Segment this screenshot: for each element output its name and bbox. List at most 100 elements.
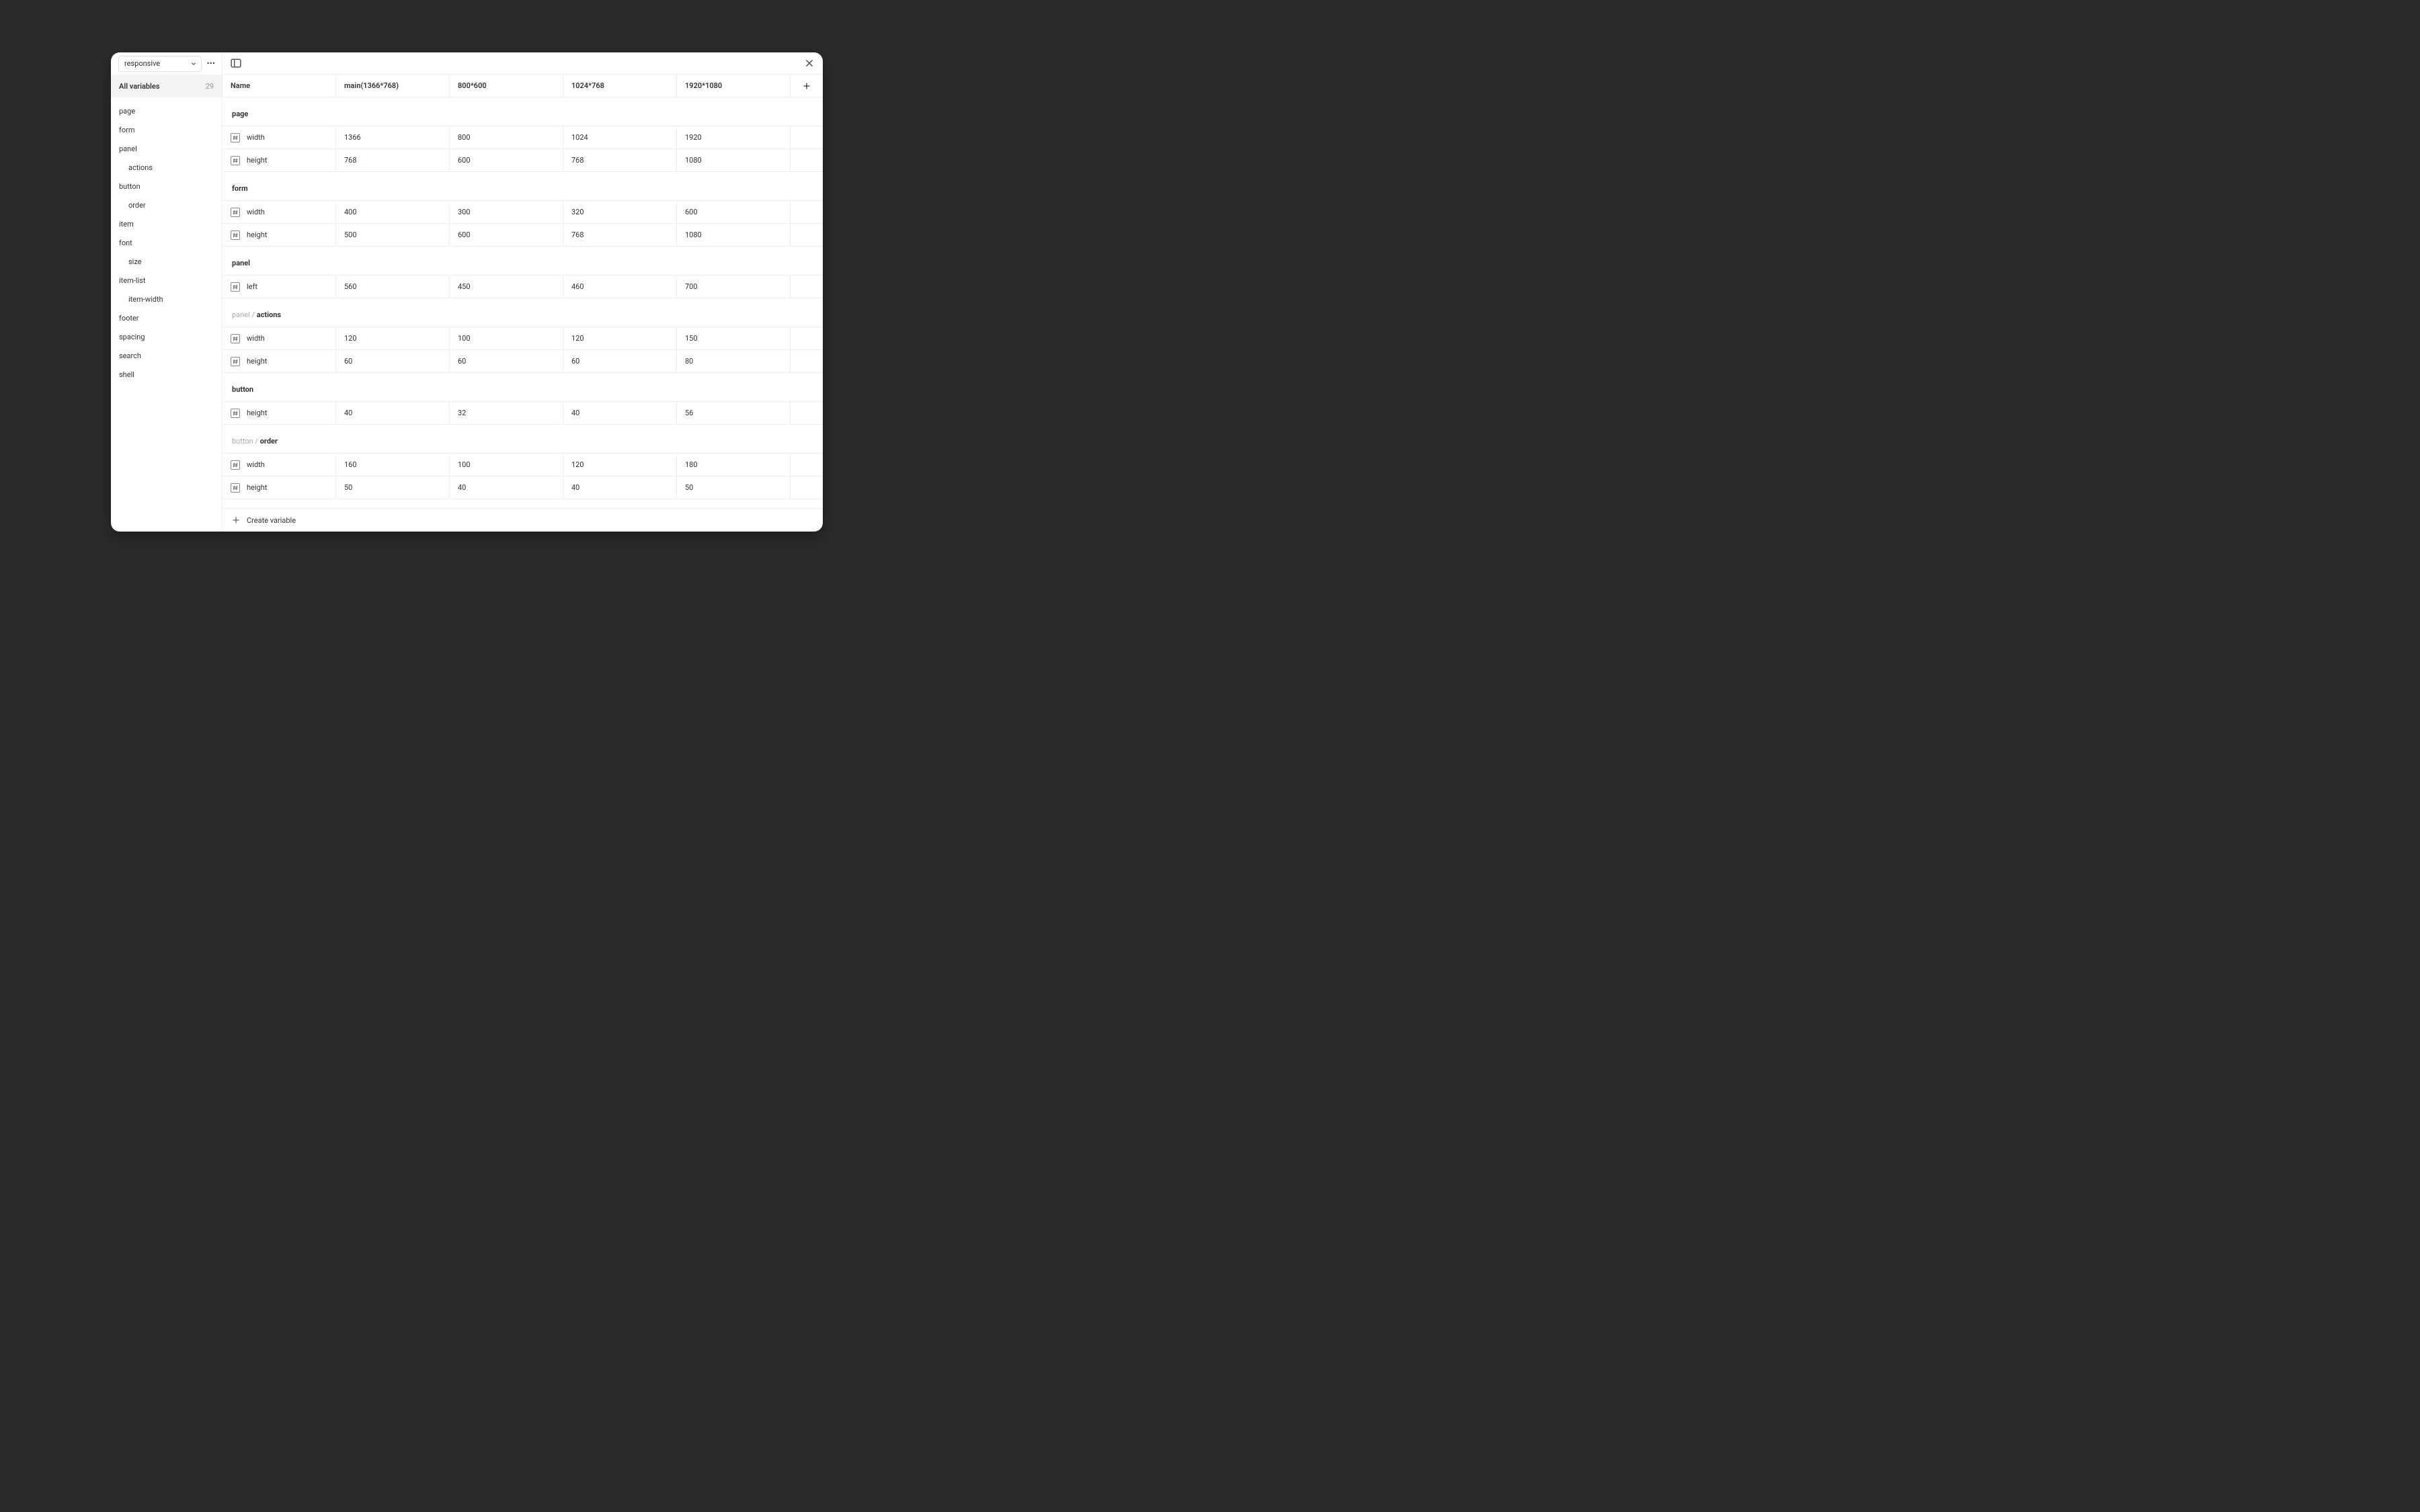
variable-row[interactable]: width160100120180 [223, 453, 823, 476]
variable-group-label: button [223, 373, 823, 402]
variable-value-cell[interactable]: 400 [336, 201, 450, 223]
variable-value-cell[interactable]: 300 [450, 201, 563, 223]
sidebar-item[interactable]: footer [111, 308, 222, 327]
variable-row[interactable]: width120100120150 [223, 327, 823, 350]
variable-row[interactable]: height7686007681080 [223, 149, 823, 172]
variable-value-cell[interactable]: 768 [336, 149, 450, 171]
variables-table: pagewidth136680010241920height7686007681… [223, 97, 823, 508]
variable-value-cell[interactable]: 50 [336, 476, 450, 499]
number-type-icon [231, 133, 240, 142]
variable-value-cell[interactable]: 800 [450, 126, 563, 149]
sidebar-all-variables[interactable]: All variables 29 [111, 75, 222, 97]
collection-dropdown[interactable]: responsive [118, 56, 202, 72]
variable-row[interactable]: left560450460700 [223, 275, 823, 298]
more-button[interactable]: ••• [206, 58, 216, 69]
variable-name-cell[interactable]: height [223, 224, 336, 246]
variable-value-cell[interactable]: 100 [450, 454, 563, 476]
variable-value-cell[interactable]: 120 [563, 454, 677, 476]
variable-value-cell[interactable]: 40 [336, 402, 450, 424]
variable-value-cell[interactable]: 600 [677, 201, 791, 223]
variable-value-cell[interactable]: 40 [563, 402, 677, 424]
variable-row[interactable]: height40324056 [223, 401, 823, 425]
variable-name-cell[interactable]: width [223, 327, 336, 349]
sidebar-item-label: spacing [119, 333, 145, 341]
variable-value-cell[interactable]: 50 [677, 476, 791, 499]
sidebar-item-label: search [119, 351, 141, 360]
toggle-sidebar-button[interactable] [231, 58, 241, 69]
variable-value-cell[interactable]: 768 [563, 224, 677, 246]
variable-value-cell[interactable]: 768 [563, 149, 677, 171]
variable-value-cell[interactable]: 320 [563, 201, 677, 223]
column-header-mode[interactable]: 1024*768 [563, 75, 677, 97]
variable-value-cell[interactable]: 450 [450, 276, 563, 298]
variable-value-cell[interactable]: 120 [563, 327, 677, 349]
row-tail [791, 350, 823, 372]
variable-value-cell[interactable]: 600 [450, 149, 563, 171]
sidebar-item[interactable]: button [111, 177, 222, 196]
sidebar-item[interactable]: panel [111, 139, 222, 158]
sidebar-item-label: order [128, 201, 146, 210]
sidebar-item[interactable]: font [111, 233, 222, 252]
variable-value-cell[interactable]: 460 [563, 276, 677, 298]
create-variable-button[interactable]: Create variable [223, 508, 823, 532]
number-type-icon [231, 409, 240, 418]
variable-value-cell[interactable]: 40 [450, 476, 563, 499]
variable-value-cell[interactable]: 60 [563, 350, 677, 372]
variable-name-cell[interactable]: height [223, 476, 336, 499]
sidebar-item-label: button [119, 182, 140, 191]
variable-name-cell[interactable]: height [223, 402, 336, 424]
variable-value-cell[interactable]: 120 [336, 327, 450, 349]
variable-value-cell[interactable]: 80 [677, 350, 791, 372]
variable-value-cell[interactable]: 1024 [563, 126, 677, 149]
sidebar-item[interactable]: search [111, 346, 222, 365]
variable-name-cell[interactable]: width [223, 126, 336, 149]
sidebar-item-label: form [119, 126, 134, 134]
sidebar-item[interactable]: item-width [111, 290, 222, 308]
sidebar-item[interactable]: item-list [111, 271, 222, 290]
variable-value-cell[interactable]: 1080 [677, 224, 791, 246]
variable-row[interactable]: width400300320600 [223, 200, 823, 224]
variable-value-cell[interactable]: 100 [450, 327, 563, 349]
variable-name-cell[interactable]: height [223, 149, 336, 171]
variable-row[interactable]: width 136680010241920 [223, 126, 823, 149]
variable-name-cell[interactable]: width [223, 201, 336, 223]
sidebar-item[interactable]: shell [111, 365, 222, 384]
variable-value-cell[interactable]: 60 [336, 350, 450, 372]
variable-value-cell[interactable]: 56 [677, 402, 791, 424]
variable-value-cell[interactable]: 600 [450, 224, 563, 246]
column-header-mode[interactable]: 1920*1080 [677, 75, 791, 97]
variable-value-cell[interactable]: 1080 [677, 149, 791, 171]
number-type-icon [231, 357, 240, 366]
variable-value-cell[interactable]: 160 [336, 454, 450, 476]
variable-value-cell[interactable]: 500 [336, 224, 450, 246]
variable-value-cell[interactable]: 150 [677, 327, 791, 349]
sidebar-item[interactable]: order [111, 196, 222, 214]
variable-name-cell[interactable]: width [223, 454, 336, 476]
variable-value-cell[interactable]: 180 [677, 454, 791, 476]
number-type-icon [231, 208, 240, 217]
sidebar-item[interactable]: item [111, 214, 222, 233]
variable-row[interactable]: height60606080 [223, 349, 823, 373]
variable-value-cell[interactable]: 1920 [677, 126, 791, 149]
variable-row[interactable]: height50404050 [223, 476, 823, 499]
sidebar-item[interactable]: actions [111, 158, 222, 177]
variable-value-cell[interactable]: 560 [336, 276, 450, 298]
variable-value-cell[interactable]: 1366 [336, 126, 450, 149]
variable-name: width [247, 133, 265, 142]
variable-value-cell[interactable]: 32 [450, 402, 563, 424]
close-button[interactable] [804, 58, 815, 69]
variable-name-cell[interactable]: left [223, 276, 336, 298]
sidebar-item[interactable]: form [111, 120, 222, 139]
variable-value-cell[interactable]: 40 [563, 476, 677, 499]
sidebar-item-label: actions [128, 163, 153, 172]
variable-value-cell[interactable]: 60 [450, 350, 563, 372]
variable-value-cell[interactable]: 700 [677, 276, 791, 298]
variable-name-cell[interactable]: height [223, 350, 336, 372]
column-header-mode[interactable]: main(1366*768) [336, 75, 450, 97]
sidebar-item[interactable]: size [111, 252, 222, 271]
sidebar-item[interactable]: spacing [111, 327, 222, 346]
add-mode-button[interactable] [791, 75, 823, 97]
column-header-mode[interactable]: 800*600 [450, 75, 563, 97]
variable-row[interactable]: height5006007681080 [223, 223, 823, 247]
sidebar-item[interactable]: page [111, 101, 222, 120]
